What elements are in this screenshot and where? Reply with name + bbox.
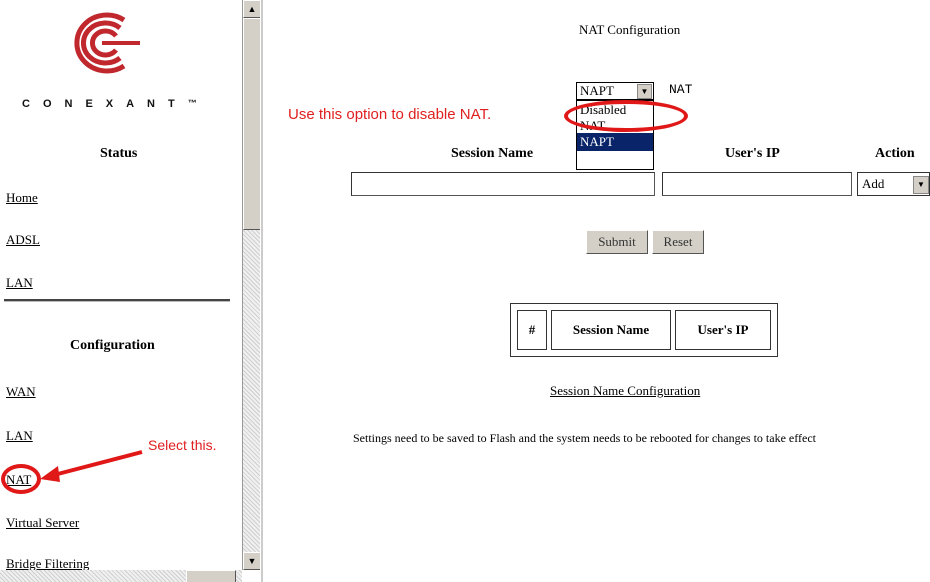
users-ip-header: User's IP: [725, 146, 780, 161]
dropdown-arrow-icon[interactable]: ▼: [637, 84, 652, 99]
scroll-up-arrow-icon[interactable]: ▲: [243, 0, 260, 18]
users-ip-input[interactable]: [662, 172, 852, 196]
action-selected-value: Add: [862, 176, 885, 191]
nat-mode-select[interactable]: NAPT ▼: [576, 82, 654, 100]
horizontal-scroll-thumb[interactable]: [186, 570, 236, 582]
session-table-col-name: Session Name: [551, 310, 671, 350]
session-table-col-number: #: [517, 310, 547, 350]
page-title: NAT Configuration: [579, 22, 681, 37]
session-name-header: Session Name: [451, 146, 534, 161]
main-content-frame: NAT Configuration NAPT ▼ NAT Use this op…: [263, 0, 930, 582]
session-name-input[interactable]: [351, 172, 655, 196]
scroll-down-arrow-icon[interactable]: ▼: [243, 552, 260, 570]
disable-nat-annotation: Use this option to disable NAT.: [288, 106, 492, 123]
action-header: Action: [875, 146, 915, 161]
vertical-scroll-thumb[interactable]: [243, 18, 260, 230]
save-reboot-note: Settings need to be saved to Flash and t…: [353, 431, 816, 445]
left-navigation-frame: CONEXANT™ Status Home ADSL LAN Configura…: [0, 0, 260, 582]
action-select[interactable]: Add ▼: [857, 172, 930, 196]
nat-mode-selected-value: NAPT: [580, 83, 614, 98]
reset-button[interactable]: Reset: [652, 230, 704, 254]
annotation-arrow-icon: [40, 450, 143, 482]
left-frame-vertical-scrollbar[interactable]: ▲ ▼: [242, 0, 260, 570]
session-table-col-ip: User's IP: [675, 310, 771, 350]
dropdown-arrow-icon[interactable]: ▼: [913, 176, 929, 194]
session-table: # Session Name User's IP: [510, 303, 778, 357]
disabled-option-highlight-ring: [564, 100, 688, 132]
submit-button[interactable]: Submit: [586, 230, 648, 254]
nat-mode-label: NAT: [669, 82, 693, 97]
session-name-configuration-link[interactable]: Session Name Configuration: [550, 383, 700, 399]
nat-option-napt[interactable]: NAPT: [577, 133, 653, 151]
left-frame-horizontal-scrollbar[interactable]: [0, 570, 242, 582]
